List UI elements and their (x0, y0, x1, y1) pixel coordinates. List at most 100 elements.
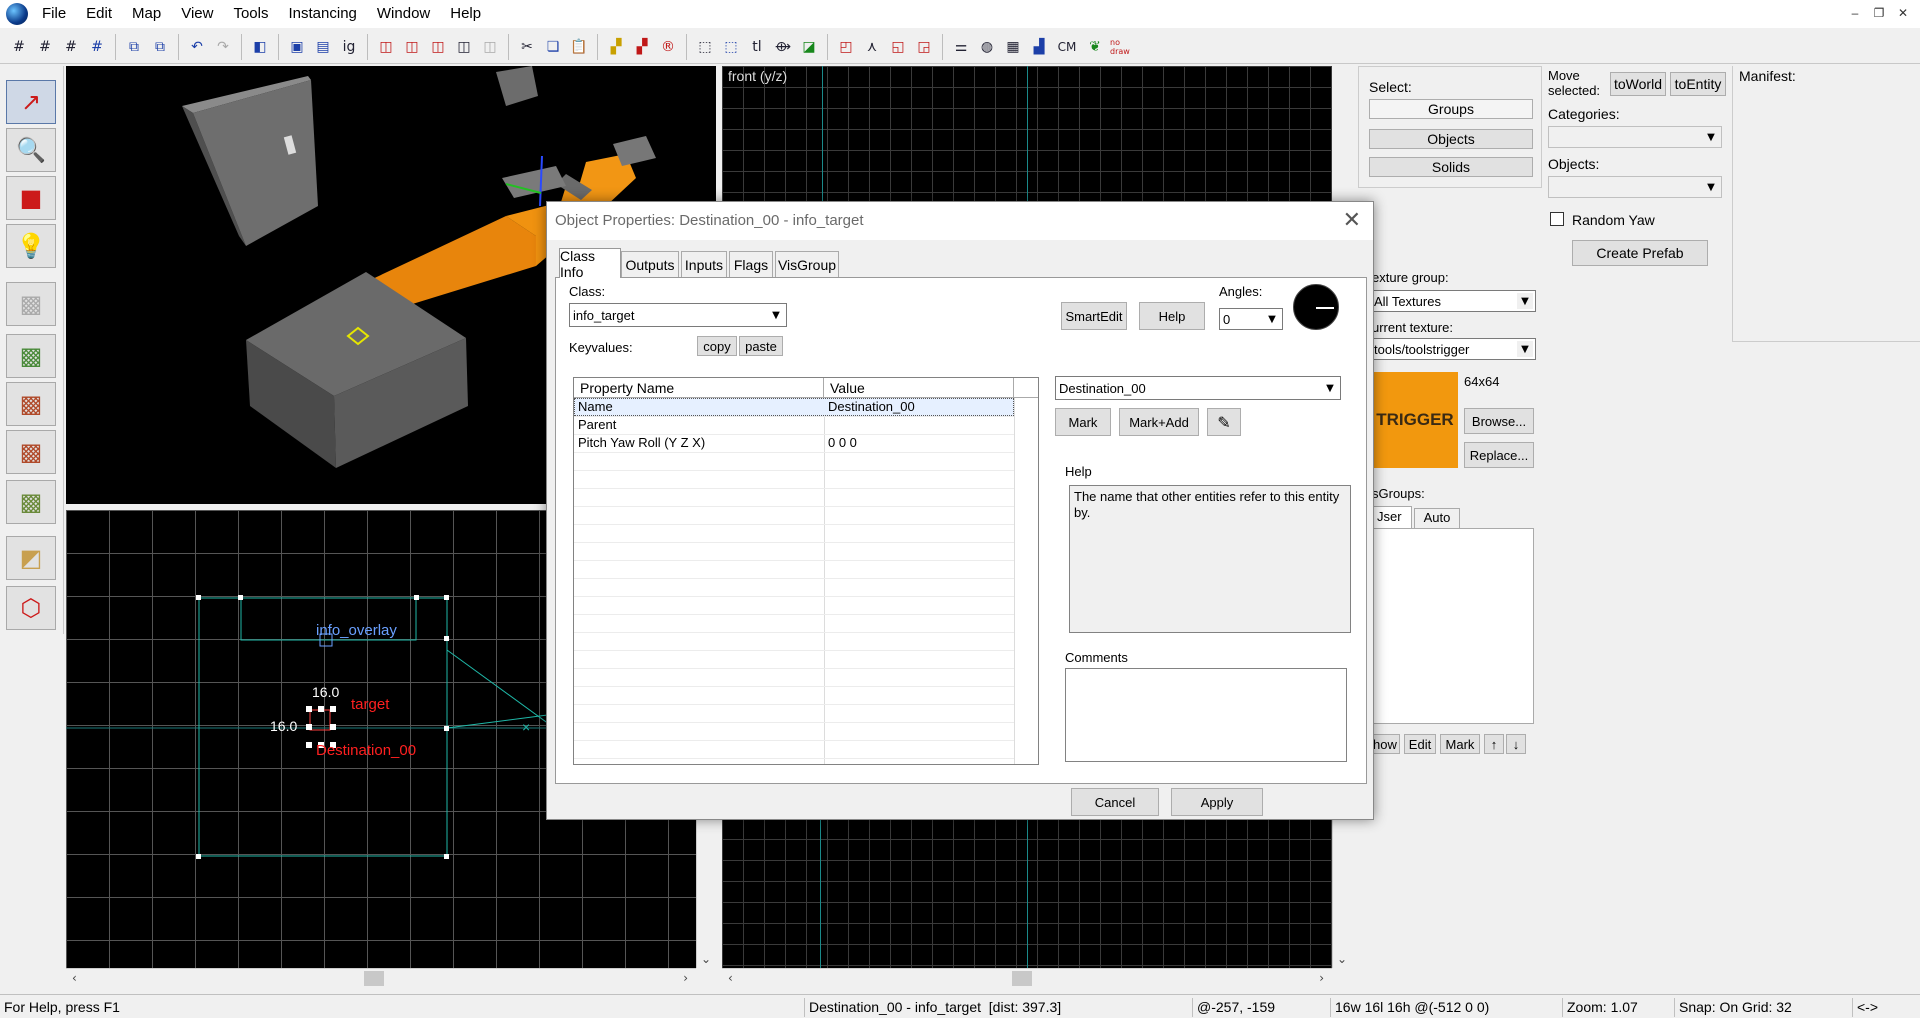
sprite-icon[interactable]: ◲ (913, 35, 935, 59)
paste-icon[interactable]: 📋 (568, 35, 590, 59)
menu-map[interactable]: Map (122, 0, 171, 28)
to-entity-button[interactable]: toEntity (1670, 72, 1726, 96)
ignore-groups-button[interactable]: ig (338, 35, 360, 59)
browse-button[interactable]: Browse... (1464, 408, 1534, 434)
show-button[interactable]: how (1372, 734, 1400, 754)
to-world-button[interactable]: toWorld (1610, 72, 1666, 96)
horizontal-scrollbar-left[interactable]: ‹ › (66, 968, 696, 988)
mark-add-button[interactable]: Mark+Add (1119, 408, 1199, 436)
block-tool-icon[interactable]: ▩ (6, 282, 56, 326)
random-yaw-checkbox[interactable] (1550, 212, 1564, 226)
menu-instancing[interactable]: Instancing (279, 0, 367, 28)
select-area-icon[interactable]: ⬚ (720, 35, 742, 59)
scroll-down-icon[interactable]: ⌄ (1337, 952, 1347, 966)
replace-button[interactable]: Replace... (1464, 442, 1534, 468)
cubemap-button[interactable]: CM (1054, 35, 1080, 59)
entity-report-button[interactable]: tl (746, 35, 768, 59)
apply-texture-icon[interactable]: ◫ (427, 35, 449, 59)
camera-tool-icon[interactable]: ■ (6, 176, 56, 220)
column-value[interactable]: Value (824, 378, 1014, 398)
vertical-scrollbar-right[interactable]: ⌄ (1332, 818, 1350, 968)
auto-visgroup-icon[interactable]: ⚌ (950, 35, 972, 59)
value-editor-dropdown[interactable]: Destination_00 ▼ (1055, 376, 1341, 400)
hide-selected-icon[interactable]: ▣ (286, 35, 308, 59)
flip-icon[interactable]: ◪ (798, 35, 820, 59)
overlay-tool-icon[interactable]: ▩ (6, 480, 56, 524)
menu-file[interactable]: File (32, 0, 76, 28)
objects-dropdown[interactable]: ▼ (1548, 176, 1722, 198)
scroll-thumb[interactable] (1012, 971, 1032, 986)
magnify-tool-icon[interactable]: 🔍 (6, 128, 56, 172)
select-objects-button[interactable]: Objects (1369, 129, 1533, 149)
create-prefab-button[interactable]: Create Prefab (1572, 240, 1708, 266)
eyedropper-icon[interactable]: ✎ (1207, 408, 1241, 436)
texture-group-dropdown[interactable]: All Textures ▼ (1370, 290, 1536, 312)
minimize-icon[interactable]: – (1846, 4, 1864, 22)
sphere-icon[interactable]: ◍ (976, 35, 998, 59)
select-groups-button[interactable]: Groups (1369, 99, 1533, 119)
decal-icon[interactable]: ◫ (453, 35, 475, 59)
grid-smaller-icon[interactable]: # (8, 35, 30, 59)
toggle-helpers-icon[interactable]: ⋏ (861, 35, 883, 59)
close-icon[interactable]: ✕ (1343, 208, 1361, 233)
texture-browser-icon[interactable]: ▦ (1002, 35, 1024, 59)
scroll-right-icon[interactable]: › (683, 971, 688, 985)
scroll-left-icon[interactable]: ‹ (728, 971, 733, 985)
scroll-right-icon[interactable]: › (1319, 971, 1324, 985)
table-row[interactable]: Name Destination_00 (574, 398, 1014, 416)
undo-icon[interactable]: ↶ (186, 35, 208, 59)
cancel-button[interactable]: Cancel (1071, 788, 1159, 816)
vertex-tool-icon[interactable]: ⬡ (6, 586, 56, 630)
texture-lock-icon[interactable]: ▞ (605, 35, 627, 59)
select-box-icon[interactable]: ⬚ (694, 35, 716, 59)
tab-outputs[interactable]: Outputs (621, 251, 679, 277)
smartedit-button[interactable]: SmartEdit (1061, 302, 1127, 330)
move-down-icon[interactable]: ↓ (1506, 734, 1526, 754)
categories-dropdown[interactable]: ▼ (1548, 126, 1722, 148)
nodraw-icon[interactable]: no draw (1110, 35, 1132, 59)
ungroup-icon[interactable]: ⧉ (149, 35, 171, 59)
horizontal-scrollbar-right[interactable]: ‹ › (722, 968, 1332, 988)
mark-button[interactable]: Mark (1055, 408, 1111, 436)
visgroup-edit-button[interactable]: Edit (1404, 734, 1436, 754)
current-texture-dropdown[interactable]: tools/toolstrigger ▼ (1370, 338, 1536, 360)
group-icon[interactable]: ⧉ (123, 35, 145, 59)
clip-icon[interactable]: ◫ (375, 35, 397, 59)
leaf-icon[interactable]: ❦ (1084, 35, 1106, 59)
select-solids-button[interactable]: Solids (1369, 157, 1533, 177)
redo-icon[interactable]: ↷ (212, 35, 234, 59)
texture-swatch[interactable]: TRIGGER (1372, 372, 1458, 468)
scroll-down-icon[interactable]: ⌄ (701, 952, 711, 966)
menu-help[interactable]: Help (440, 0, 491, 28)
column-property-name[interactable]: Property Name (574, 378, 824, 398)
selection-tool-icon[interactable]: ↗ (6, 80, 56, 124)
tab-auto[interactable]: Auto (1414, 508, 1460, 528)
copy-icon[interactable]: ❏ (542, 35, 564, 59)
class-dropdown[interactable]: info_target ▼ (569, 303, 787, 327)
viewport-side-2d[interactable] (722, 818, 1332, 968)
texture-application-icon[interactable]: ▩ (6, 334, 56, 378)
visgroup-mark-button[interactable]: Mark (1440, 734, 1480, 754)
viewport-front[interactable]: front (y/z) (722, 66, 1332, 204)
clipping-tool-icon[interactable]: ◩ (6, 536, 56, 580)
grid-dots-icon[interactable]: # (86, 35, 108, 59)
radius-culling-icon[interactable]: ® (657, 35, 679, 59)
restore-icon[interactable]: ❐ (1870, 4, 1888, 22)
scroll-thumb[interactable] (364, 971, 384, 986)
entity-tool-icon[interactable]: 💡 (6, 224, 56, 268)
comments-textarea[interactable] (1065, 668, 1347, 762)
tab-flags[interactable]: Flags (729, 251, 773, 277)
tab-user[interactable]: Jser (1372, 506, 1412, 528)
texture-scale-lock-icon[interactable]: ▞ (631, 35, 653, 59)
tab-class-info[interactable]: Class Info (559, 248, 621, 280)
apply-button[interactable]: Apply (1171, 788, 1263, 816)
table-row[interactable]: Parent (574, 416, 1014, 434)
help-button[interactable]: Help (1139, 302, 1205, 330)
menu-edit[interactable]: Edit (76, 0, 122, 28)
tab-inputs[interactable]: Inputs (681, 251, 727, 277)
menu-tools[interactable]: Tools (223, 0, 278, 28)
tab-visgroup[interactable]: VisGroup (775, 251, 839, 277)
visgroups-list[interactable] (1372, 528, 1534, 724)
overlay-icon[interactable]: ◫ (479, 35, 501, 59)
cut-icon[interactable]: ✂ (516, 35, 538, 59)
